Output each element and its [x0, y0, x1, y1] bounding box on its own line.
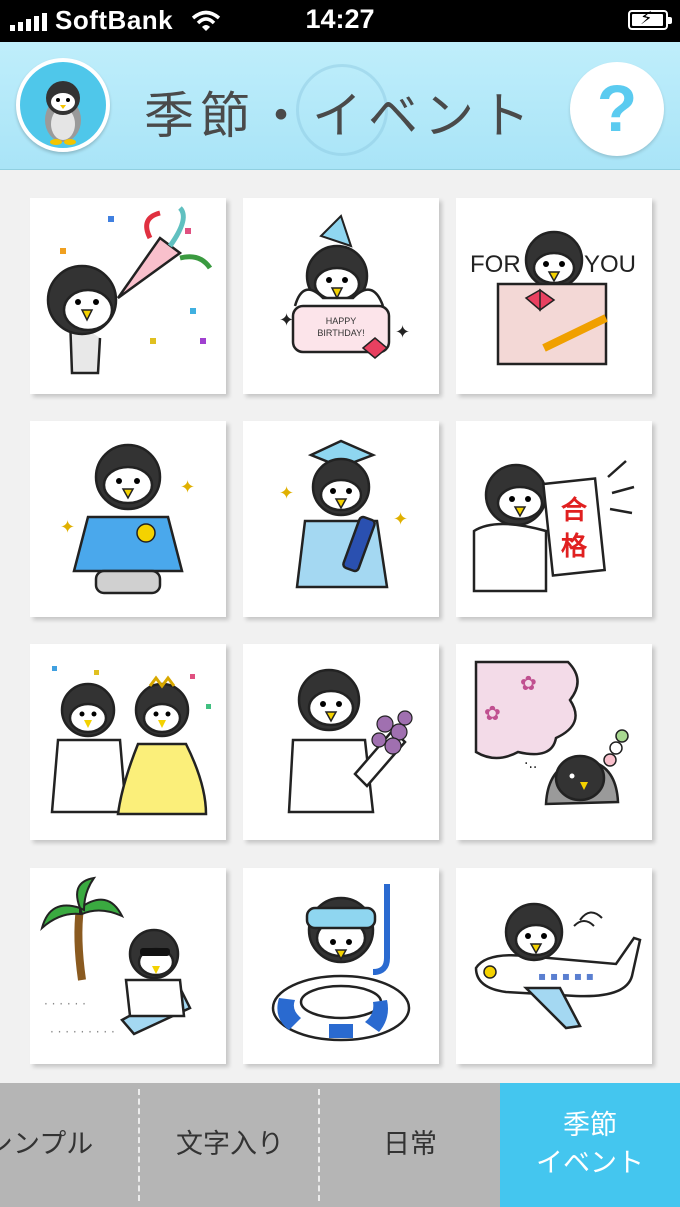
category-tab-bar: シンプル 文字入り 日常 季節 イベント: [0, 1083, 680, 1207]
svg-text:✦: ✦: [393, 509, 408, 530]
cherry-blossom-sticker[interactable]: ✿ ✿ ·..: [456, 644, 652, 840]
svg-text:BIRTHDAY!: BIRTHDAY!: [317, 328, 364, 338]
tab-label: 季節 イベント: [536, 1110, 644, 1179]
svg-text:HAPPY: HAPPY: [326, 316, 357, 326]
airplane-sticker[interactable]: ▪ ▪ ▪ ▪ ▪: [456, 868, 652, 1064]
svg-text:格: 格: [561, 531, 588, 562]
svg-text:· · · · · ·: · · · · · ·: [44, 997, 86, 1011]
header-bar: 季節・イベント ?: [0, 42, 680, 170]
svg-text:合: 合: [561, 495, 588, 526]
svg-text:·..: ·..: [524, 756, 537, 772]
question-mark-icon: ?: [596, 71, 638, 145]
battery-icon: ⚡: [628, 9, 672, 30]
tab-simple[interactable]: シンプル: [0, 1083, 140, 1207]
status-bar: SoftBank 14:27 ⚡: [0, 0, 680, 42]
svg-text:✦: ✦: [60, 517, 75, 538]
graduation-sticker[interactable]: ✦ ✦: [243, 421, 439, 617]
tab-label: 日常: [383, 1129, 437, 1160]
beach-sticker[interactable]: · · · · · · · · · · · · · · ·: [30, 868, 226, 1064]
party-cracker-sticker[interactable]: [30, 198, 226, 394]
help-button[interactable]: ?: [570, 62, 664, 156]
entrance-ceremony-sticker[interactable]: ✦ ✦: [30, 421, 226, 617]
exam-pass-sticker[interactable]: 合 格: [456, 421, 652, 617]
birthday-cake-sticker[interactable]: HAPPY BIRTHDAY! ✦ ✦: [243, 198, 439, 394]
svg-text:✦: ✦: [279, 483, 294, 504]
svg-text:✦: ✦: [279, 310, 294, 331]
tab-with-text[interactable]: 文字入り: [140, 1083, 320, 1207]
clock: 14:27: [305, 4, 375, 34]
tab-label: 文字入り: [176, 1129, 284, 1160]
svg-text:✿: ✿: [520, 671, 537, 695]
svg-text:· · · · · · · · ·: · · · · · · · · ·: [50, 1025, 115, 1039]
svg-text:✦: ✦: [180, 477, 195, 498]
svg-text:▪ ▪ ▪ ▪ ▪: ▪ ▪ ▪ ▪ ▪: [538, 969, 594, 983]
wedding-sticker[interactable]: [30, 644, 226, 840]
for-you-gift-sticker[interactable]: FOR YOU: [456, 198, 652, 394]
svg-text:✿: ✿: [484, 701, 501, 725]
svg-text:FOR: FOR: [470, 251, 521, 278]
tab-label: シンプル: [0, 1129, 94, 1160]
bouquet-sticker[interactable]: [243, 644, 439, 840]
tab-seasonal-events[interactable]: 季節 イベント: [500, 1083, 680, 1207]
svg-text:YOU: YOU: [584, 251, 636, 278]
swim-ring-sticker[interactable]: [243, 868, 439, 1064]
tab-daily[interactable]: 日常: [320, 1083, 500, 1207]
svg-text:✦: ✦: [395, 322, 410, 343]
